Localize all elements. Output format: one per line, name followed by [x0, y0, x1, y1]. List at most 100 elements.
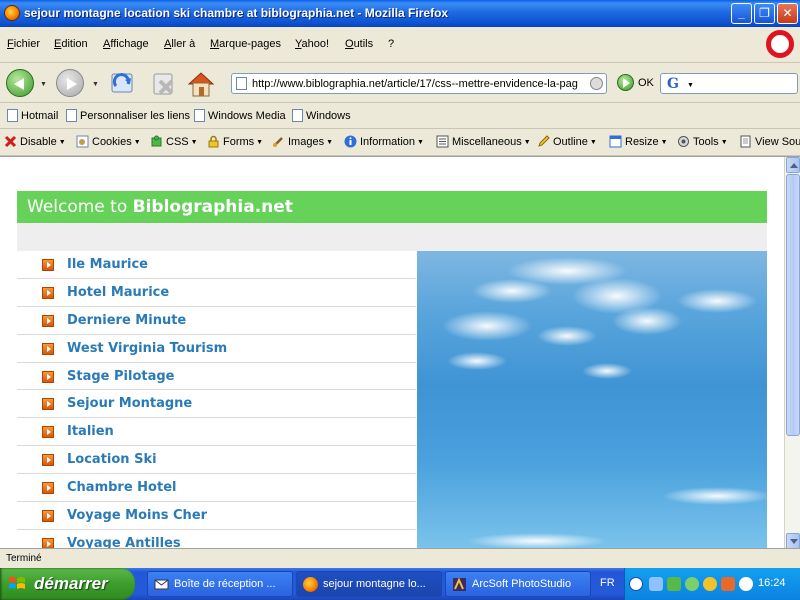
dev-disable-menu[interactable]: Disable ▼ [4, 135, 66, 148]
clock[interactable]: 16:24 [758, 577, 786, 589]
nav-link-derniere-minute[interactable]: Derniere Minute [17, 306, 416, 335]
vertical-scrollbar[interactable] [784, 157, 800, 548]
tray-expand-icon[interactable] [629, 577, 643, 591]
bookmark-personnaliser-liens[interactable]: Personnaliser les liens [66, 109, 190, 122]
dev-css-menu[interactable]: CSS ▼ [150, 135, 198, 148]
page-icon [7, 109, 18, 122]
page-icon [194, 109, 205, 122]
menu-help[interactable]: ? [388, 38, 394, 50]
back-button[interactable] [6, 69, 34, 97]
nav-link-west-virginia-tourism[interactable]: West Virginia Tourism [17, 334, 416, 363]
go-label: OK [638, 77, 654, 89]
orange-arrow-icon [42, 537, 54, 548]
brush-icon [273, 137, 283, 147]
orange-arrow-icon [42, 510, 54, 523]
search-box[interactable]: G ▼ [660, 73, 798, 94]
nav-link-voyage-moins-cher[interactable]: Voyage Moins Cher [17, 502, 416, 530]
dev-view-source-menu[interactable]: View Sou [739, 135, 800, 148]
page-icon [236, 77, 247, 90]
menu-aller[interactable]: Aller à [164, 38, 195, 50]
site-name: Biblographia.net [132, 197, 293, 217]
google-icon[interactable]: G [667, 76, 679, 92]
menu-yahoo[interactable]: Yahoo! [295, 38, 329, 50]
nav-link-location-ski[interactable]: Location Ski [17, 446, 416, 475]
dev-tools-menu[interactable]: Tools ▼ [677, 135, 728, 148]
orange-arrow-icon [42, 398, 54, 411]
task-firefox[interactable]: sejour montagne lo... [296, 571, 442, 597]
nav-link-stage-pilotage[interactable]: Stage Pilotage [17, 362, 416, 391]
cookie-icon [76, 135, 89, 148]
back-history-dropdown-icon[interactable]: ▼ [40, 81, 47, 88]
dev-information-menu[interactable]: Information ▼ [344, 135, 424, 148]
language-indicator[interactable]: FR [600, 577, 615, 589]
stop-icon[interactable] [150, 71, 178, 97]
orange-arrow-icon [42, 342, 54, 355]
search-engine-dropdown-icon[interactable]: ▼ [687, 82, 694, 89]
mail-icon [154, 579, 169, 590]
dev-images-menu[interactable]: Images ▼ [272, 135, 333, 148]
volume-icon[interactable] [739, 577, 753, 591]
task-arcsoft[interactable]: ArcSoft PhotoStudio [445, 571, 591, 597]
firefox-icon [4, 5, 20, 21]
bookmark-windows[interactable]: Windows [292, 109, 351, 122]
window-icon [609, 135, 622, 148]
network-icon[interactable] [649, 577, 663, 591]
photostudio-icon [453, 577, 466, 591]
scroll-down-icon[interactable] [786, 533, 800, 548]
scroll-thumb[interactable] [786, 174, 800, 436]
home-icon[interactable] [186, 70, 216, 98]
nav-link-voyage-antilles[interactable]: Voyage Antilles [17, 529, 416, 548]
sky-image [417, 251, 767, 548]
dev-miscellaneous-menu[interactable]: Miscellaneous ▼ [436, 135, 531, 148]
close-button[interactable]: ✕ [777, 3, 798, 24]
task-inbox[interactable]: Boîte de réception ... [147, 571, 293, 597]
document-icon [740, 135, 751, 148]
menu-fichier[interactable]: Fichier [7, 38, 40, 50]
menu-edition[interactable]: Edition [54, 38, 88, 50]
dev-cookies-menu[interactable]: Cookies ▼ [76, 135, 141, 148]
scroll-up-icon[interactable] [786, 157, 800, 173]
windows-logo-icon [9, 577, 25, 589]
menu-marque-pages[interactable]: Marque-pages [210, 38, 281, 50]
dev-resize-menu[interactable]: Resize ▼ [609, 135, 668, 148]
nav-link-sejour-montagne[interactable]: Sejour Montagne [17, 390, 416, 419]
reload-icon[interactable] [107, 70, 137, 96]
orange-arrow-icon [42, 370, 54, 383]
welcome-heading: Welcome to Biblographia.net [27, 197, 293, 217]
orange-arrow-icon [42, 259, 54, 271]
bookmark-windows-media[interactable]: Windows Media [194, 109, 286, 122]
forward-history-dropdown-icon[interactable]: ▼ [92, 81, 99, 88]
orange-arrow-icon [42, 426, 54, 439]
info-icon [344, 135, 357, 148]
bookmark-hotmail[interactable]: Hotmail [7, 109, 58, 122]
url-input[interactable] [252, 76, 588, 91]
pencil-icon [538, 135, 550, 147]
window-title-bar[interactable]: sejour montagne location ski chambre at … [0, 0, 800, 27]
messenger-icon[interactable] [667, 577, 681, 591]
menu-outils[interactable]: Outils [345, 38, 373, 50]
start-button[interactable]: démarrer [0, 568, 135, 600]
antivirus-icon[interactable] [721, 577, 735, 591]
orange-arrow-icon [42, 454, 54, 467]
security-icon[interactable] [703, 577, 717, 591]
nav-link-ile-maurice[interactable]: Ile Maurice [17, 251, 416, 279]
forward-button[interactable] [56, 69, 84, 97]
nav-link-chambre-hotel[interactable]: Chambre Hotel [17, 474, 416, 503]
maximize-button[interactable]: ❐ [754, 3, 775, 24]
update-icon[interactable] [685, 577, 699, 591]
address-bar[interactable] [231, 73, 607, 94]
dev-forms-menu[interactable]: Forms ▼ [207, 135, 263, 148]
go-arrow-icon [617, 74, 634, 91]
opera-icon[interactable] [766, 30, 794, 58]
dev-outline-menu[interactable]: Outline ▼ [537, 135, 597, 148]
url-history-dropdown-icon[interactable] [590, 77, 603, 90]
orange-arrow-icon [42, 482, 54, 495]
lock-icon [208, 135, 219, 148]
page-content[interactable]: Welcome to Biblographia.net Ile Maurice … [0, 156, 800, 548]
bookmarks-toolbar: Hotmail Personnaliser les liens Windows … [0, 103, 800, 129]
nav-link-hotel-maurice[interactable]: Hotel Maurice [17, 278, 416, 307]
nav-link-italien[interactable]: Italien [17, 418, 416, 447]
minimize-button[interactable]: _ [731, 3, 752, 24]
menu-affichage[interactable]: Affichage [103, 38, 149, 50]
site-header: Welcome to Biblographia.net [17, 191, 767, 223]
